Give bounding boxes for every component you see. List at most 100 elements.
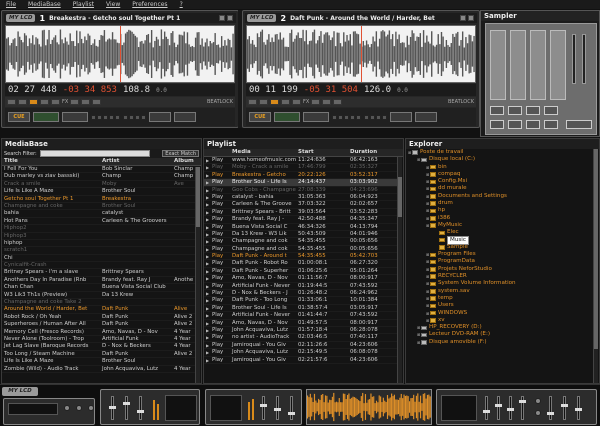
- exact-match-button[interactable]: Exact Match: [162, 150, 199, 157]
- playlist-row[interactable]: ▶ Play Champagne and cok 54:35:455 00:05:656: [204, 238, 398, 246]
- explorer-node[interactable]: ⊞ compaq: [408, 171, 594, 178]
- deck-1-fx-1[interactable]: [70, 99, 80, 105]
- playlist-row[interactable]: ▶ Play Daft Punk - Around t 54:35:455 05:42:…: [204, 253, 398, 261]
- mixer-left-knob-2[interactable]: [76, 405, 82, 411]
- sampler-pad-6[interactable]: [508, 120, 522, 129]
- deck-1-hotcue-1[interactable]: [91, 114, 96, 120]
- right-fader-5[interactable]: [549, 396, 552, 420]
- playlist-row[interactable]: ▶ Play no artist - AudioTrack 02:03:46:5 07:…: [204, 334, 398, 342]
- menu-file[interactable]: File: [6, 1, 16, 8]
- deck-2-pitch-up[interactable]: [281, 99, 290, 105]
- explorer-node[interactable]: ⊞ Users: [408, 302, 594, 309]
- explorer-node[interactable]: ⊞ RECYCLER: [408, 273, 594, 280]
- mediabase-row[interactable]: scratch1: [2, 247, 196, 255]
- mediabase-row[interactable]: W3 Lik3 Th1s (Preview) Da 13 Krew: [2, 292, 196, 300]
- sampler-slot-1[interactable]: [490, 30, 506, 100]
- mediabase-row[interactable]: Chan Chan Buena Vista Social Club: [2, 284, 196, 292]
- playlist-row[interactable]: ▶ Play Carleen & The Groove 37:03:322 02:02:…: [204, 201, 398, 209]
- playlist-row[interactable]: ▶ Play Buena Vista Social C 46:34:326 04:13:…: [204, 224, 398, 231]
- channel-2-fader[interactable]: [290, 396, 293, 420]
- right-fader-3-cap[interactable]: [507, 408, 514, 411]
- playlist-row[interactable]: ▶ Play Daft Punk - Too Long 01:33:06:1 10:01…: [204, 297, 398, 305]
- mixer-waveform-display[interactable]: [306, 389, 432, 425]
- menu-help[interactable]: ?: [180, 1, 183, 8]
- mediabase-row[interactable]: Cynicalfit-Crash: [2, 262, 196, 270]
- sampler-volume-fader[interactable]: [572, 34, 576, 84]
- deck-2-fx-1[interactable]: [311, 99, 321, 105]
- sampler-record-button[interactable]: [566, 120, 592, 129]
- deck-2-loop-button[interactable]: [248, 99, 257, 105]
- deck-1-fx-2[interactable]: [81, 99, 91, 105]
- explorer-node[interactable]: ⊞ HP_RECOVERY (D:): [408, 324, 594, 331]
- playlist-row[interactable]: ▶ Play Amo, Navas, D - Nov 01:11:56:7 08:00:…: [204, 275, 398, 283]
- explorer-node[interactable]: ⊞ i386: [408, 215, 594, 222]
- deck-2-config-icon[interactable]: [468, 15, 474, 21]
- explorer-node[interactable]: ⊞ system.sav: [408, 288, 594, 295]
- menu-view[interactable]: View: [106, 1, 120, 8]
- mediabase-row[interactable]: Life Is Like A Maze Brother Soul: [2, 188, 196, 196]
- sampler-pad-4[interactable]: [544, 106, 558, 115]
- right-fader-6-cap[interactable]: [561, 404, 568, 407]
- playlist-row[interactable]: ▶ Play D - Nox & Beckers - J 01:26:48:2 06:2…: [204, 290, 398, 298]
- col-duration[interactable]: Duration: [348, 149, 396, 156]
- playlist-row[interactable]: ▶ Play Brother Soul - Life Is 24:14:437 03:0…: [204, 179, 398, 187]
- deck-2-hotcue-1[interactable]: [332, 114, 337, 120]
- sampler-slot-3[interactable]: [530, 30, 546, 100]
- deck-1-loop-1[interactable]: [123, 114, 128, 120]
- deck-2-cue-button[interactable]: CUE: [249, 112, 271, 122]
- mediabase-row[interactable]: Champagne and coke Take 2: [2, 299, 196, 307]
- sampler-slot-4[interactable]: [550, 30, 566, 100]
- mediabase-scroll-thumb[interactable]: [196, 167, 200, 227]
- deck-1-loop-in[interactable]: [149, 112, 171, 122]
- right-knob-2[interactable]: [535, 410, 541, 416]
- explorer-node[interactable]: ⊞ dd murale: [408, 185, 594, 192]
- deck-2-stop-button[interactable]: [303, 112, 329, 122]
- deck-2-hotcue-2[interactable]: [338, 114, 343, 120]
- deck-1-pitch-up[interactable]: [40, 99, 49, 105]
- explorer-node[interactable]: ⊞ bin: [408, 164, 594, 171]
- deck-2-loop-1[interactable]: [364, 114, 369, 120]
- mediabase-row[interactable]: Champagne and coke Brother Soul: [2, 203, 196, 211]
- playhead-marker[interactable]: [120, 26, 121, 82]
- right-fader-6[interactable]: [563, 396, 566, 420]
- right-fader-5-cap[interactable]: [547, 412, 554, 415]
- playlist-row[interactable]: ▶ Play Jamiroquai - You Giv 02:21:57:6 04:23…: [204, 357, 398, 364]
- playlist-row[interactable]: ▶ Play Da 13 Krew - W3 Lik 50:43:509 04:01:9…: [204, 231, 398, 239]
- deck-1-loop-3[interactable]: [135, 114, 140, 120]
- playlist-scrollbar[interactable]: [397, 157, 402, 383]
- deck-2-fx-3[interactable]: [333, 99, 343, 105]
- playlist-row[interactable]: ▶ Play www.homeofmusic.com 11:24:636 06:42:1…: [204, 157, 398, 165]
- col-start[interactable]: Start: [296, 149, 348, 156]
- mediabase-row[interactable]: Jet Lag Slave (Baroque Records D - Nox & …: [2, 343, 196, 351]
- search-filter-input[interactable]: [39, 150, 150, 157]
- sampler-pad-2[interactable]: [508, 106, 522, 115]
- deck-2-beatlock-label[interactable]: BEATLOCK: [448, 99, 474, 105]
- mediabase-row[interactable]: Getcho soul Together Pt 1 Breakestra: [2, 196, 196, 203]
- mediabase-row[interactable]: Life Is Like A Maze Brother Soul: [2, 358, 196, 366]
- deck-1-loop-2[interactable]: [129, 114, 134, 120]
- sampler-pad-1[interactable]: [490, 106, 504, 115]
- explorer-scroll-thumb[interactable]: [594, 149, 598, 349]
- deck-2-loop-4[interactable]: [382, 114, 387, 120]
- right-fader-1[interactable]: [485, 396, 488, 420]
- playlist-row[interactable]: ▶ Play Daft Punk - Superher 01:06:25:6 05:01…: [204, 268, 398, 276]
- playlist-row[interactable]: ▶ Play Brandy feat. Ray J -42:50:488 04:35:…: [204, 216, 398, 224]
- mediabase-row[interactable]: Dub marley vs ziav bassski) Champ Champ: [2, 173, 196, 181]
- explorer-node[interactable]: ⊞ Projets NeforStudio: [408, 266, 594, 273]
- mediabase-row[interactable]: Chi: [2, 255, 196, 263]
- mixer-lcd-tab[interactable]: MY LCD: [2, 387, 38, 396]
- playlist-row[interactable]: ▶ Play Artificial Funk - Never 01:19:44:5 07…: [204, 283, 398, 291]
- playlist-row[interactable]: ▶ Play Amo, Navas, D - Nov 01:49:57:5 08:00:…: [204, 320, 398, 327]
- mediabase-row[interactable]: Never Alone (Toolroom) - Trop Artificial …: [2, 336, 196, 344]
- explorer-node[interactable]: Sample: [408, 244, 594, 251]
- deck-1-fx-3[interactable]: [92, 99, 102, 105]
- deck-2-hotcue-3[interactable]: [344, 114, 349, 120]
- channel-1-eq-high[interactable]: [125, 396, 128, 420]
- col-album[interactable]: Album: [172, 158, 196, 165]
- deck-2-play-button[interactable]: [274, 112, 300, 122]
- mediabase-row[interactable]: Memory Cell (Fresco Records) Amo, Navas, …: [2, 329, 196, 336]
- mediabase-row[interactable]: Crack a smile Moby Ave: [2, 181, 196, 189]
- deck-1-minimize-icon[interactable]: [219, 15, 225, 21]
- playlist-row[interactable]: ▶ Play catalyst - bahia 31:05:363 06:04:923: [204, 194, 398, 202]
- mediabase-row[interactable]: Hot Pans Carleen & The Groovers: [2, 218, 196, 226]
